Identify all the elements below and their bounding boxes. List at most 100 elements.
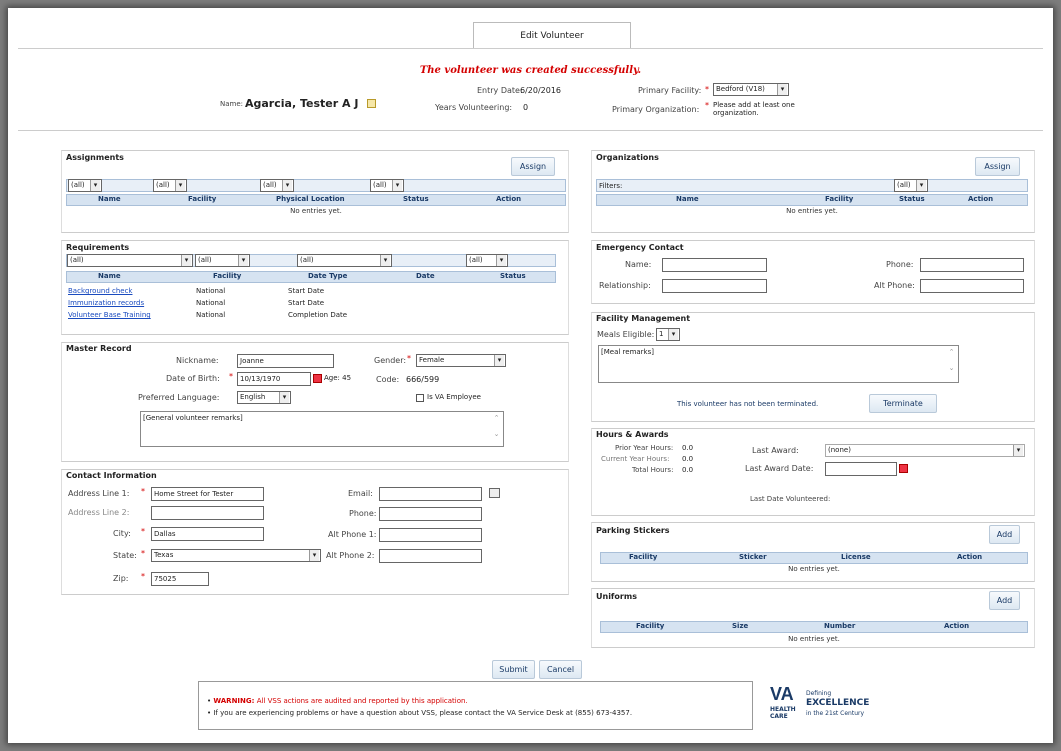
addr1-input[interactable]: Home Street for Tester <box>151 487 264 501</box>
email-icon[interactable] <box>489 488 500 498</box>
prior-hours-label: Prior Year Hours: <box>615 444 674 452</box>
uniforms-title: Uniforms <box>596 592 637 601</box>
filter-facility-select[interactable]: (all) <box>153 179 187 192</box>
filter-req-datetype-select[interactable]: (all) <box>297 254 392 267</box>
scroll-arrows-icon[interactable]: ⌃ ⌄ <box>947 348 956 380</box>
col-physical-location[interactable]: Physical Location <box>276 195 345 203</box>
nickname-label: Nickname: <box>176 356 219 365</box>
master-record-title: Master Record <box>66 344 132 353</box>
col-req-name[interactable]: Name <box>98 272 121 280</box>
emergency-alt-phone-input[interactable] <box>920 279 1024 293</box>
col-req-date[interactable]: Date <box>416 272 435 280</box>
help-text: If you are experiencing problems or have… <box>213 709 633 717</box>
filter-name-select[interactable]: (all) <box>68 179 102 192</box>
zip-input[interactable]: 75025 <box>151 572 209 586</box>
primary-facility-select[interactable]: Bedford (V18) <box>713 83 789 96</box>
code-label: Code: <box>376 375 400 384</box>
assignments-empty: No entries yet. <box>290 207 342 215</box>
last-award-select[interactable]: (none) <box>825 444 1025 457</box>
col-name[interactable]: Name <box>98 195 121 203</box>
assignments-filter-row <box>66 179 566 192</box>
col-org-status[interactable]: Status <box>899 195 925 203</box>
gender-select[interactable]: Female <box>416 354 506 367</box>
alt-phone1-label: Alt Phone 1: <box>328 530 377 539</box>
col-action: Action <box>496 195 522 203</box>
addr2-input[interactable] <box>151 506 264 520</box>
years-label: Years Volunteering: <box>435 103 513 112</box>
email-input[interactable] <box>379 487 482 501</box>
contact-title: Contact Information <box>66 471 157 480</box>
col-req-facility[interactable]: Facility <box>213 272 241 280</box>
col-parking-facility[interactable]: Facility <box>629 553 657 561</box>
col-uniform-size[interactable]: Size <box>732 622 748 630</box>
total-hours-label: Total Hours: <box>632 466 674 474</box>
col-facility[interactable]: Facility <box>188 195 216 203</box>
scroll-arrows-icon[interactable]: ⌃ ⌄ <box>492 414 501 444</box>
parking-title: Parking Stickers <box>596 526 670 535</box>
filter-status-select[interactable]: (all) <box>370 179 404 192</box>
cancel-button[interactable]: Cancel <box>539 660 582 679</box>
emergency-phone-input[interactable] <box>920 258 1024 272</box>
req-link-background-check[interactable]: Background check <box>68 287 132 295</box>
emergency-name-input[interactable] <box>662 258 767 272</box>
col-parking-sticker[interactable]: Sticker <box>739 553 767 561</box>
req-link-immunization[interactable]: Immunization records <box>68 299 144 307</box>
meals-select[interactable]: 1 <box>656 328 680 341</box>
filter-req-status-select[interactable]: (all) <box>466 254 508 267</box>
va-employee-label: Is VA Employee <box>427 393 481 401</box>
help-line: • If you are experiencing problems or ha… <box>207 709 633 717</box>
required-icon: * <box>141 487 145 496</box>
va-employee-checkbox[interactable] <box>416 394 424 402</box>
assign-org-button[interactable]: Assign <box>975 157 1020 176</box>
col-uniform-number[interactable]: Number <box>824 622 855 630</box>
gender-label: Gender: <box>374 356 407 365</box>
general-remarks-textarea[interactable]: [General volunteer remarks] ⌃ ⌄ <box>140 411 504 447</box>
add-uniform-button[interactable]: Add <box>989 591 1020 610</box>
org-filter-status-select[interactable]: (all) <box>894 179 928 192</box>
phone-input[interactable] <box>379 507 482 521</box>
add-parking-button[interactable]: Add <box>989 525 1020 544</box>
emergency-phone-label: Phone: <box>886 260 914 269</box>
code-value: 666/599 <box>406 375 440 384</box>
calendar-icon[interactable] <box>899 464 908 473</box>
col-status[interactable]: Status <box>403 195 429 203</box>
email-label: Email: <box>348 489 373 498</box>
col-req-status[interactable]: Status <box>500 272 526 280</box>
relationship-input[interactable] <box>662 279 767 293</box>
addr1-label: Address Line 1: <box>68 489 130 498</box>
addr2-label: Address Line 2: <box>68 508 130 517</box>
col-org-name[interactable]: Name <box>676 195 699 203</box>
terminate-button[interactable]: Terminate <box>869 394 937 413</box>
org-filter-row <box>596 179 1028 192</box>
nickname-input[interactable]: Joanne <box>237 354 334 368</box>
divider <box>18 48 1043 49</box>
col-uniform-facility[interactable]: Facility <box>636 622 664 630</box>
current-hours-label: Current Year Hours: <box>601 455 670 463</box>
last-award-date-input[interactable] <box>825 462 897 476</box>
dob-input[interactable]: 10/13/1970 <box>237 372 311 386</box>
tab-edit-volunteer[interactable]: Edit Volunteer <box>473 22 631 48</box>
calendar-icon[interactable] <box>313 374 322 383</box>
col-parking-license[interactable]: License <box>841 553 871 561</box>
assign-button[interactable]: Assign <box>511 157 555 176</box>
state-select[interactable]: Texas <box>151 549 321 562</box>
entry-date-label: Entry Date: <box>477 86 523 95</box>
org-header <box>596 194 1028 206</box>
col-req-datetype[interactable]: Date Type <box>308 272 347 280</box>
alt-phone1-input[interactable] <box>379 528 482 542</box>
required-icon: * <box>141 549 145 558</box>
col-org-facility[interactable]: Facility <box>825 195 853 203</box>
meal-remarks-textarea[interactable]: [Meal remarks] ⌃ ⌄ <box>598 345 959 383</box>
entry-date-value: 6/20/2016 <box>520 86 562 95</box>
filter-location-select[interactable]: (all) <box>260 179 294 192</box>
req-link-base-training[interactable]: Volunteer Base Training <box>68 311 151 319</box>
submit-button[interactable]: Submit <box>492 660 535 679</box>
language-select[interactable]: English <box>237 391 291 404</box>
city-input[interactable]: Dallas <box>151 527 264 541</box>
req-facility: National <box>196 299 226 307</box>
filter-req-name-select[interactable]: (all) <box>67 254 193 267</box>
va-logo: VA HEALTH CARE Defining EXCELLENCE in th… <box>770 684 900 728</box>
alt-phone2-input[interactable] <box>379 549 482 563</box>
filter-req-facility-select[interactable]: (all) <box>195 254 250 267</box>
edit-name-icon[interactable] <box>367 99 376 108</box>
